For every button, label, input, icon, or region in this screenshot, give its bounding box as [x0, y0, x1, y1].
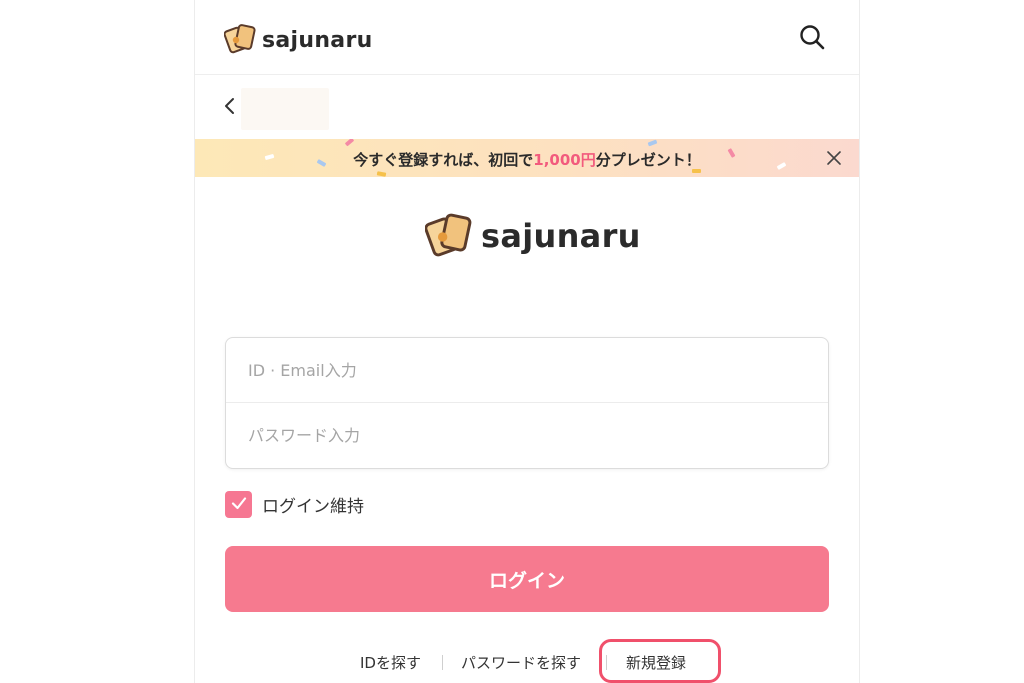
page-title-placeholder: [241, 88, 329, 130]
keep-login-toggle[interactable]: ログイン維持: [225, 491, 364, 518]
tarot-cards-logo-icon: [424, 209, 475, 263]
login-button[interactable]: ログイン: [225, 546, 829, 612]
login-form: [225, 337, 829, 469]
id-email-input[interactable]: [226, 338, 828, 402]
check-icon: [230, 494, 248, 516]
find-id-link[interactable]: IDを探す: [360, 652, 421, 673]
tarot-cards-logo-icon: [223, 21, 258, 59]
find-password-link[interactable]: パスワードを探す: [461, 652, 581, 673]
promo-close-button[interactable]: [825, 149, 843, 167]
main-logo: sajunaru: [424, 209, 641, 263]
signup-link[interactable]: 新規登録: [626, 652, 686, 673]
chevron-left-icon: [222, 97, 238, 120]
main-brand-name: sajunaru: [481, 217, 641, 255]
keep-login-checkbox[interactable]: [225, 491, 252, 518]
confetti-decoration: [376, 171, 387, 177]
promo-message: 今すぐ登録すれば、初回で1,000円分プレゼント！: [195, 149, 859, 170]
confetti-decoration: [344, 139, 355, 147]
confetti-decoration: [647, 139, 658, 147]
promo-banner: 今すぐ登録すれば、初回で1,000円分プレゼント！: [195, 139, 859, 177]
close-icon: [825, 151, 843, 170]
keep-login-label: ログイン維持: [262, 497, 364, 517]
header-logo[interactable]: sajunaru: [223, 21, 373, 59]
back-button[interactable]: [219, 94, 241, 120]
search-icon: [798, 25, 826, 54]
promo-text-after: 分プレゼント！: [595, 151, 701, 169]
header-brand-name: sajunaru: [262, 27, 373, 53]
account-links: IDを探す パスワードを探す 新規登録: [195, 652, 859, 674]
link-separator: [606, 655, 607, 670]
password-input[interactable]: [226, 403, 828, 467]
promo-text-before: 今すぐ登録すれば、初回で: [353, 151, 534, 169]
link-separator: [442, 655, 443, 670]
search-button[interactable]: [797, 23, 827, 53]
mobile-page-frame: sajunaru 今すぐ登録すれば、初回で1,000円分プレゼント！ sajun…: [194, 0, 860, 683]
promo-highlight-amount: 1,000円: [533, 151, 596, 169]
top-header: sajunaru: [195, 0, 859, 75]
